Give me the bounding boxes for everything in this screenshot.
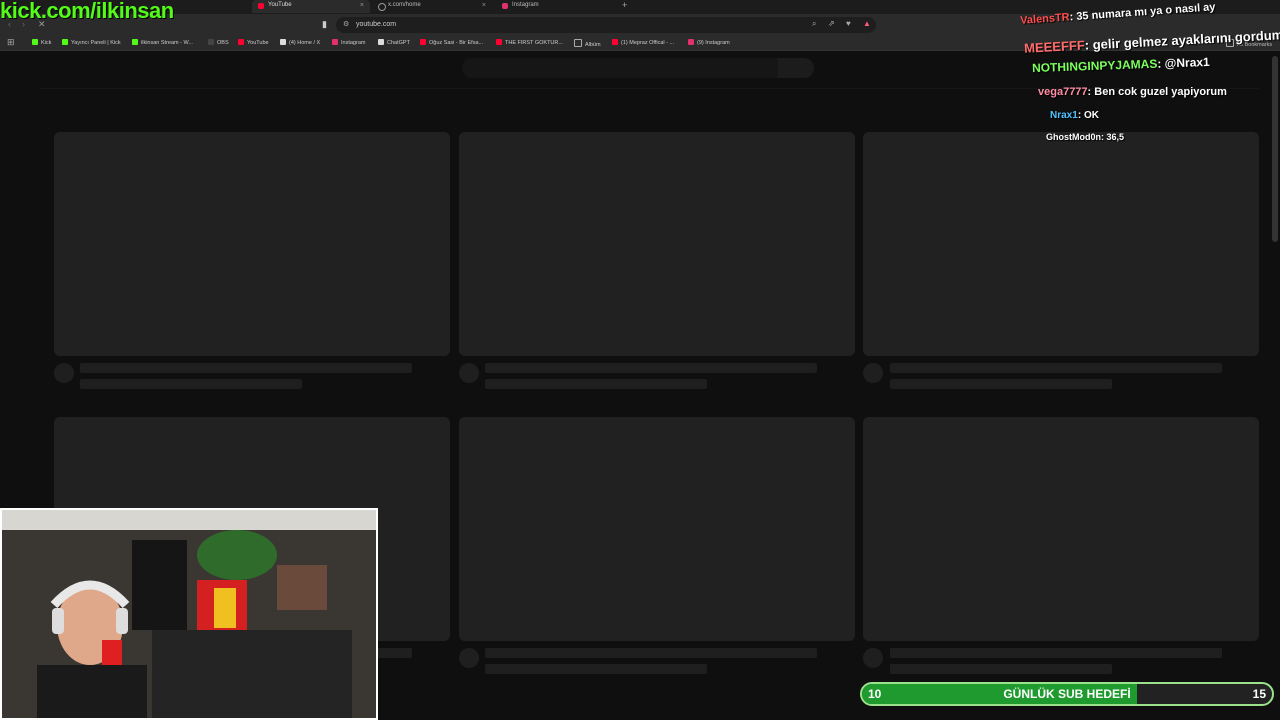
search-input-skeleton[interactable] <box>462 58 778 78</box>
tab-label: YouTube <box>268 2 292 8</box>
kick-icon <box>32 39 38 45</box>
tab-label: Instagram <box>512 2 539 8</box>
video-thumbnail-skeleton[interactable] <box>54 132 450 356</box>
instagram-favicon-icon <box>502 3 508 9</box>
video-thumbnail-skeleton[interactable] <box>459 417 855 641</box>
new-tab-button[interactable]: + <box>622 0 627 11</box>
sub-goal-target: 15 <box>1252 687 1266 701</box>
title-skeleton <box>485 363 817 373</box>
bookmark-item[interactable]: Instagram <box>332 39 365 47</box>
chat-message: vega7777: Ben cok guzel yapiyorum <box>1038 86 1227 98</box>
share-icon[interactable]: ⇗ <box>828 19 835 28</box>
video-thumbnail-skeleton[interactable] <box>459 132 855 356</box>
apps-grid-icon[interactable]: ⊞ <box>7 37 15 48</box>
bookmark-icon[interactable]: ▮ <box>322 19 327 30</box>
bookmark-folder[interactable]: Albüm <box>574 39 601 49</box>
bookmark-item[interactable]: Yayıncı Paneli | Kick <box>62 39 121 47</box>
youtube-icon <box>496 39 502 45</box>
chat-message: Nrax1: OK <box>1050 110 1099 121</box>
kick-icon <box>62 39 68 45</box>
bookmark-item[interactable]: Kick <box>32 39 51 47</box>
bookmark-item[interactable]: (9) Instagram <box>688 39 730 47</box>
channel-avatar-skeleton <box>459 363 479 383</box>
webcam-image <box>2 510 376 718</box>
channel-avatar-skeleton <box>863 648 883 668</box>
brave-rewards-icon[interactable]: ▲ <box>863 19 871 28</box>
bookmark-item[interactable]: OBS <box>208 39 229 47</box>
title-skeleton <box>485 648 817 658</box>
title-skeleton <box>890 648 1222 658</box>
youtube-icon <box>612 39 618 45</box>
chat-message: MEEEFFF: gelir gelmez ayaklarını gordum <box>1023 27 1280 56</box>
bookmark-item[interactable]: Oğuz Sasi - Bir Efsa... <box>420 39 483 47</box>
kick-icon <box>132 39 138 45</box>
meta-skeleton <box>485 664 707 674</box>
bookmark-item[interactable]: YouTube <box>238 39 269 47</box>
chat-overlay: ValensTR: 35 numara mı ya o nasıl ay MEE… <box>1010 0 1280 160</box>
address-bar[interactable] <box>336 17 876 33</box>
instagram-icon <box>332 39 338 45</box>
chatgpt-icon <box>378 39 384 45</box>
youtube-favicon-icon <box>258 3 264 9</box>
channel-avatar-skeleton <box>54 363 74 383</box>
kick-channel-url: kick.com/ilkinsan <box>0 0 174 23</box>
tab-label: x.com/home <box>388 2 421 8</box>
meta-skeleton <box>80 379 302 389</box>
webcam-overlay <box>0 508 378 720</box>
tab-youtube[interactable]: YouTube × <box>252 0 370 13</box>
bookmark-item[interactable]: (1) Mepraz Offical - ... <box>612 39 674 47</box>
x-icon <box>280 39 286 45</box>
tab-x-home[interactable]: x.com/home × <box>372 0 492 13</box>
video-thumbnail-skeleton[interactable] <box>863 417 1259 641</box>
channel-avatar-skeleton <box>863 363 883 383</box>
loading-icon <box>378 3 386 11</box>
title-skeleton <box>890 363 1222 373</box>
bookmark-item[interactable]: ilkinsan Stream - W... <box>132 39 193 47</box>
url-text[interactable]: youtube.com <box>356 20 396 30</box>
sub-goal-label: GÜNLÜK SUB HEDEFİ <box>1003 687 1131 701</box>
site-info-icon[interactable]: ⚙ <box>343 20 349 28</box>
bookmark-item[interactable]: (4) Home / X <box>280 39 320 47</box>
chat-message: ValensTR: 35 numara mı ya o nasıl ay <box>1019 1 1216 27</box>
bookmark-item[interactable]: ChatGPT <box>378 39 410 47</box>
chat-message: GhostMod0n: 36,5 <box>1046 132 1125 142</box>
meta-skeleton <box>890 379 1112 389</box>
sub-goal-bar: 10 GÜNLÜK SUB HEDEFİ 15 <box>860 682 1274 706</box>
tab-instagram[interactable]: Instagram <box>496 0 616 13</box>
title-skeleton <box>80 363 412 373</box>
bookmark-item[interactable]: THE FIRST GOKTUR... <box>496 39 563 47</box>
instagram-icon <box>688 39 694 45</box>
folder-icon <box>574 39 582 47</box>
extension-icon[interactable]: ♥ <box>846 19 851 28</box>
meta-skeleton <box>890 664 1112 674</box>
channel-avatar-skeleton <box>459 648 479 668</box>
close-tab-icon[interactable]: × <box>482 0 486 11</box>
youtube-icon <box>238 39 244 45</box>
search-button-skeleton[interactable] <box>778 58 814 78</box>
meta-skeleton <box>485 379 707 389</box>
chat-message: NOTHINGINPYJAMAS: @Nrax1 <box>1031 54 1210 76</box>
video-thumbnail-skeleton[interactable] <box>863 132 1259 356</box>
close-tab-icon[interactable]: × <box>360 0 364 11</box>
youtube-icon <box>420 39 426 45</box>
obs-icon <box>208 39 214 45</box>
zoom-icon[interactable]: ⌕ <box>812 19 816 29</box>
